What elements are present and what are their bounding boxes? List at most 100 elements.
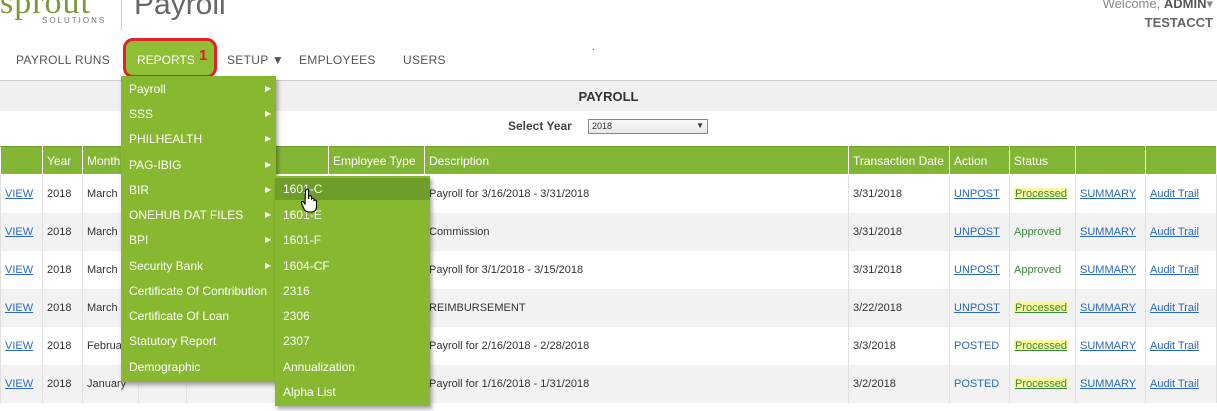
summary-link[interactable]: SUMMARY [1080, 340, 1136, 352]
cell-transaction-date: 3/2/2018 [848, 364, 950, 403]
submenu-item-alpha-list[interactable]: Alpha List [283, 385, 336, 399]
cell-year: 2018 [42, 250, 83, 289]
menu-item-bpi[interactable]: BPI [129, 233, 148, 247]
audit-trail-link[interactable]: Audit Trail [1150, 264, 1199, 276]
cell-description: Payroll for 3/16/2018 - 3/31/2018 [424, 174, 849, 213]
menu-item-certificate-of-loan[interactable]: Certificate Of Loan [129, 309, 229, 323]
cell-year: 2018 [42, 212, 83, 251]
submenu-item-1604-cf[interactable]: 1604-CF [283, 259, 330, 273]
user-chevron-icon: ▾ [1206, 0, 1213, 11]
cell-transaction-date: 3/31/2018 [848, 212, 950, 251]
status-processed-link[interactable]: Processed [1014, 377, 1068, 390]
audit-trail-link[interactable]: Audit Trail [1150, 302, 1199, 314]
menu-item-sss[interactable]: SSS [129, 107, 153, 121]
unpost-link[interactable]: UNPOST [954, 264, 1000, 276]
hand-pointer-cursor-icon [300, 188, 318, 213]
view-link[interactable]: VIEW [5, 340, 33, 352]
menu-item-philhealth[interactable]: PHILHEALTH [129, 132, 202, 146]
status-approved: Approved [1014, 263, 1062, 276]
welcome-user-menu[interactable]: Welcome, ADMIN▾ [1103, 0, 1213, 12]
col-header-status[interactable]: Status [1009, 146, 1076, 175]
nav-setup[interactable]: SETUP ▼ [227, 53, 284, 67]
col-header-year[interactable]: Year [42, 146, 83, 175]
cell-year: 2018 [42, 288, 83, 327]
submenu-item-2307[interactable]: 2307 [283, 334, 310, 348]
submenu-item-1601-f[interactable]: 1601-F [283, 233, 321, 247]
cell-transaction-date: 3/22/2018 [848, 288, 950, 327]
submenu-arrow-icon: ▶ [265, 261, 272, 270]
audit-trail-link[interactable]: Audit Trail [1150, 226, 1199, 238]
view-link[interactable]: VIEW [5, 264, 33, 276]
welcome-label: Welcome, [1102, 0, 1161, 11]
menu-item-statutory-report[interactable]: Statutory Report [129, 334, 216, 348]
cell-description: Payroll for 1/16/2018 - 1/31/2018 [424, 364, 849, 403]
submenu-arrow-icon: ▶ [265, 109, 272, 118]
col-header-description[interactable]: Description [424, 146, 849, 175]
summary-link[interactable]: SUMMARY [1080, 188, 1136, 200]
submenu-item-2306[interactable]: 2306 [283, 309, 310, 323]
menu-item-onehub-dat-files[interactable]: ONEHUB DAT FILES [129, 208, 243, 222]
summary-link[interactable]: SUMMARY [1080, 302, 1136, 314]
select-year-label: Select Year [508, 119, 572, 133]
nav-reports[interactable]: REPORTS 1 [123, 38, 217, 78]
year-select-value: 2018 [592, 121, 613, 131]
submenu-arrow-icon: ▶ [265, 84, 272, 93]
menu-item-demographic[interactable]: Demographic [129, 360, 200, 374]
bir-submenu: 1601-C 1601-E 1601-F 1604-CF 2316 2306 2… [275, 176, 430, 406]
cell-year: 2018 [42, 174, 83, 213]
menu-item-bir[interactable]: BIR [129, 183, 149, 197]
col-header [0, 146, 43, 175]
submenu-item-2316[interactable]: 2316 [283, 284, 310, 298]
audit-trail-link[interactable]: Audit Trail [1150, 188, 1199, 200]
nav-employees[interactable]: EMPLOYEES [299, 53, 376, 67]
submenu-arrow-icon: ▶ [265, 134, 272, 143]
account-name: TESTACCT [1144, 15, 1213, 30]
col-header [1145, 146, 1217, 175]
col-header-transaction-date[interactable]: Transaction Date [848, 146, 950, 175]
summary-link[interactable]: SUMMARY [1080, 264, 1136, 276]
view-link[interactable]: VIEW [5, 302, 33, 314]
audit-trail-link[interactable]: Audit Trail [1150, 378, 1199, 390]
cell-transaction-date: 3/31/2018 [848, 174, 950, 213]
header-divider [121, 0, 122, 30]
status-processed-link[interactable]: Processed [1014, 187, 1068, 200]
year-select[interactable]: 2018 ▼ [588, 119, 708, 134]
view-link[interactable]: VIEW [5, 378, 33, 390]
summary-link[interactable]: SUMMARY [1080, 378, 1136, 390]
submenu-arrow-icon: ▶ [265, 235, 272, 244]
view-link[interactable]: VIEW [5, 226, 33, 238]
menu-item-security-bank[interactable]: Security Bank [129, 259, 203, 273]
unpost-link[interactable]: UNPOST [954, 226, 1000, 238]
menu-item-certificate-of-contribution[interactable]: Certificate Of Contribution [129, 284, 267, 298]
reports-dropdown-menu: Payroll ▶ SSS ▶ PHILHEALTH ▶ PAG-IBIG ▶ … [121, 76, 276, 382]
nav-payroll-runs[interactable]: PAYROLL RUNS [16, 53, 110, 67]
user-name: ADMIN [1163, 0, 1207, 11]
posted-status: POSTED [954, 377, 1000, 390]
cell-year: 2018 [42, 326, 83, 365]
summary-link[interactable]: SUMMARY [1080, 226, 1136, 238]
menu-item-pag-ibig[interactable]: PAG-IBIG [129, 158, 181, 172]
nav-reports-label: REPORTS [137, 53, 195, 67]
status-processed-link[interactable]: Processed [1014, 301, 1068, 314]
submenu-item-annualization[interactable]: Annualization [283, 360, 355, 374]
app-header: sprout SOLUTIONS Payroll Welcome, ADMIN▾… [0, 0, 1217, 38]
submenu-arrow-icon: ▶ [265, 185, 272, 194]
submenu-arrow-icon: ▶ [265, 160, 272, 169]
cell-description: Payroll for 3/1/2018 - 3/15/2018 [424, 250, 849, 289]
col-header-action[interactable]: Action [949, 146, 1010, 175]
view-link[interactable]: VIEW [5, 188, 33, 200]
cell-description: Commission [424, 212, 849, 251]
dropdown-arrow-icon: ▼ [696, 121, 704, 130]
cell-transaction-date: 3/3/2018 [848, 326, 950, 365]
col-header-employee-type[interactable]: Employee Type [328, 146, 425, 175]
menu-item-payroll[interactable]: Payroll [129, 82, 166, 96]
unpost-link[interactable]: UNPOST [954, 188, 1000, 200]
sprout-logo: sprout SOLUTIONS [0, 0, 112, 32]
posted-status: POSTED [954, 339, 1000, 352]
cell-description: Payroll for 2/16/2018 - 2/28/2018 [424, 326, 849, 365]
status-processed-link[interactable]: Processed [1014, 339, 1068, 352]
unpost-link[interactable]: UNPOST [954, 302, 1000, 314]
audit-trail-link[interactable]: Audit Trail [1150, 340, 1199, 352]
annotation-step-number: 1 [199, 47, 208, 64]
nav-users[interactable]: USERS [403, 53, 446, 67]
